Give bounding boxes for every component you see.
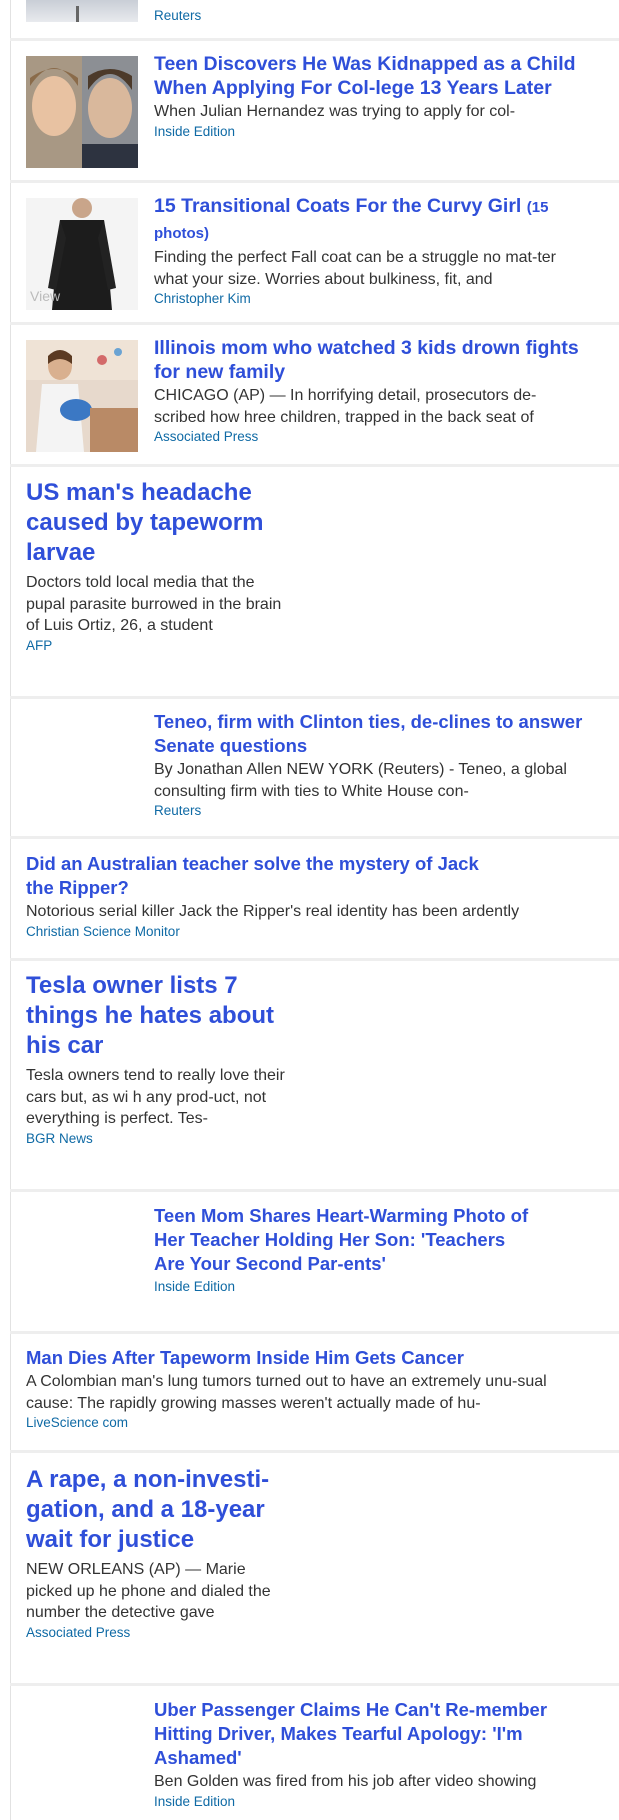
divider [10, 322, 619, 325]
story-title[interactable]: Did an Australian teacher solve the myst… [26, 852, 486, 900]
story-title[interactable]: US man's headache caused by tapeworm lar… [26, 478, 286, 568]
story-source[interactable]: Associated Press [154, 428, 584, 446]
divider [10, 836, 619, 839]
story-source[interactable]: Christopher Kim [154, 290, 584, 308]
story-summary: A Colombian man's lung tumors turned out… [26, 1373, 547, 1412]
story-thumbnail[interactable] [26, 0, 138, 22]
boy-portrait-photo-icon[interactable] [26, 56, 138, 168]
story-title[interactable]: Teneo, firm with Clinton ties, de-clines… [154, 710, 584, 758]
story-source[interactable]: Inside Edition [154, 123, 584, 141]
story-title[interactable]: Teen Discovers He Was Kidnapped as a Chi… [154, 52, 584, 100]
story-title[interactable]: Uber Passenger Claims He Can't Re-member… [154, 1698, 584, 1770]
story-title[interactable]: Teen Mom Shares Heart-Warming Photo of H… [154, 1204, 534, 1276]
story-source[interactable]: LiveScience com [26, 1414, 586, 1432]
story-source[interactable]: BGR News [26, 1130, 288, 1148]
story-source[interactable]: Christian Science Monitor [26, 923, 596, 941]
story-summary: NEW ORLEANS (AP) — Marie picked up he ph… [26, 1561, 271, 1621]
divider [10, 180, 619, 183]
story-8[interactable]: Teen Mom Shares Heart-Warming Photo of H… [154, 1204, 534, 1296]
black-coat-photo-icon[interactable]: View [26, 198, 138, 310]
view-label[interactable]: View [30, 288, 60, 304]
story-summary: Notorious serial killer Jack the Ripper'… [26, 903, 520, 920]
story-title[interactable]: Illinois mom who watched 3 kids drown fi… [154, 336, 584, 384]
story-title-text[interactable]: 15 Transitional Coats For the Curvy Girl [154, 195, 521, 217]
story-source[interactable]: Reuters [154, 7, 201, 25]
story-summary: Finding the perfect Fall coat can be a s… [154, 249, 556, 288]
divider [10, 696, 619, 699]
story-title[interactable]: A rape, a non-investi-gation, and a 18-y… [26, 1465, 286, 1555]
divider [10, 1683, 619, 1686]
story-summary: When Julian Hernandez was trying to appl… [154, 103, 516, 120]
story-title[interactable]: Tesla owner lists 7 things he hates abou… [26, 971, 288, 1061]
story-source[interactable]: AFP [26, 637, 286, 655]
story-source[interactable]: Inside Edition [154, 1793, 584, 1811]
divider [10, 464, 619, 467]
divider [10, 1450, 619, 1453]
story-summary: Doctors told local media that the pupal … [26, 574, 282, 634]
divider [10, 1189, 619, 1192]
story-title[interactable]: Man Dies After Tapeworm Inside Him Gets … [26, 1346, 586, 1370]
story-6[interactable]: Did an Australian teacher solve the myst… [26, 852, 596, 941]
story-summary: By Jonathan Allen NEW YORK (Reuters) - T… [154, 761, 567, 800]
story-summary: Ben Golden was fired from his job after … [154, 1773, 537, 1790]
divider [10, 1331, 619, 1334]
divider [10, 38, 619, 41]
story-10[interactable]: A rape, a non-investi-gation, and a 18-y… [26, 1465, 286, 1642]
story-title[interactable]: 15 Transitional Coats For the Curvy Girl… [154, 194, 584, 246]
story-summary: Tesla owners tend to really love their c… [26, 1067, 285, 1127]
divider [10, 958, 619, 961]
story-4[interactable]: US man's headache caused by tapeworm lar… [26, 478, 286, 655]
story-11[interactable]: Uber Passenger Claims He Can't Re-member… [154, 1698, 584, 1811]
story-5[interactable]: Teneo, firm with Clinton ties, de-clines… [154, 710, 584, 820]
story-source[interactable]: Inside Edition [154, 1278, 534, 1296]
mother-room-photo-icon[interactable] [26, 340, 138, 452]
story-source[interactable]: Associated Press [26, 1624, 286, 1642]
feed-left-border [10, 0, 11, 1820]
story-9[interactable]: Man Dies After Tapeworm Inside Him Gets … [26, 1346, 586, 1432]
story-source[interactable]: Reuters [154, 802, 584, 820]
story-summary: CHICAGO (AP) — In horrifying detail, pro… [154, 387, 537, 426]
story-7[interactable]: Tesla owner lists 7 things he hates abou… [26, 971, 288, 1148]
